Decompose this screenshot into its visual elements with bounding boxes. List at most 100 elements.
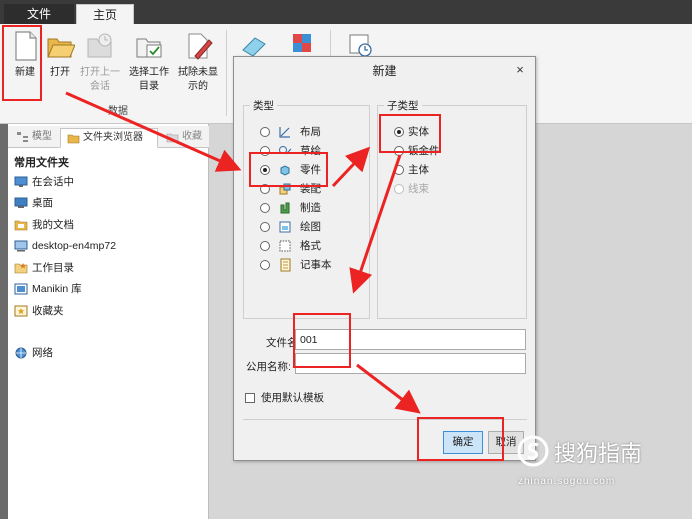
subtype-option-solid[interactable]: 实体 xyxy=(394,124,484,140)
sogou-logo-icon xyxy=(517,435,549,467)
folder-item[interactable]: 网络 xyxy=(14,344,53,362)
new-dialog: 新建 × 类型 布局 草绘 零件 装配 制造 绘图 格式 记事本 子类型 实体 … xyxy=(233,56,536,461)
radio-button[interactable] xyxy=(260,127,270,137)
radio-button[interactable] xyxy=(260,260,270,270)
type-option-sketch[interactable]: 草绘 xyxy=(260,143,360,159)
tab-favorites[interactable]: 收藏 xyxy=(160,128,209,148)
subtype-label: 主体 xyxy=(408,164,429,176)
radio-button[interactable] xyxy=(394,165,404,175)
radio-button[interactable] xyxy=(260,222,270,232)
subtype-label: 钣金件 xyxy=(408,145,440,157)
sogou-watermark: 搜狗指南 zhinan.sogou.com xyxy=(516,432,686,490)
close-icon[interactable]: × xyxy=(513,63,527,77)
ribbon-tab-bar: 文件 主页 xyxy=(0,0,692,24)
library-icon xyxy=(14,283,28,295)
tab-model-tree[interactable]: 模型 xyxy=(10,128,58,148)
type-label: 草绘 xyxy=(300,145,321,157)
folder-item-label: desktop-en4mp72 xyxy=(32,240,117,252)
tab-home[interactable]: 主页 xyxy=(76,4,134,24)
use-default-template-checkbox[interactable] xyxy=(245,393,255,403)
documents-icon xyxy=(14,220,28,231)
folder-item-label: 收藏夹 xyxy=(32,305,64,317)
folder-item[interactable]: 桌面 xyxy=(14,194,53,212)
common-name-label: 公用名称: xyxy=(246,361,291,373)
folder-item-label: 网络 xyxy=(32,347,53,359)
folder-item[interactable]: 在会话中 xyxy=(14,173,74,191)
erase-not-displayed-label: 拭除未显示的 xyxy=(178,67,218,92)
sketch-icon xyxy=(279,146,292,155)
tab-favorites-label: 收藏 xyxy=(182,131,202,142)
subtype-option-sheetmetal[interactable]: 钣金件 xyxy=(394,143,484,159)
folder-item[interactable]: 收藏夹 xyxy=(14,302,64,320)
type-label: 格式 xyxy=(300,240,321,252)
window-edge xyxy=(0,124,8,519)
dialog-title: 新建 xyxy=(372,64,397,78)
type-label: 布局 xyxy=(300,126,321,138)
open-button[interactable]: 打开 xyxy=(38,28,82,100)
folder-item-label: 工作目录 xyxy=(32,262,74,274)
tab-file[interactable]: 文件 xyxy=(4,4,74,24)
folder-item[interactable]: 工作目录 xyxy=(14,259,74,277)
open-last-session-button[interactable]: 打开上一会话 xyxy=(78,28,122,100)
ok-button[interactable]: 确定 xyxy=(443,431,483,454)
common-name-input[interactable] xyxy=(295,353,526,374)
radio-button[interactable] xyxy=(260,184,270,194)
subtype-option-harness: 线束 xyxy=(394,181,484,197)
erase-not-displayed-icon xyxy=(188,33,213,60)
layout-icon xyxy=(279,127,290,138)
favorites-folder-icon xyxy=(14,305,28,317)
type-option-manufacturing[interactable]: 制造 xyxy=(260,200,360,216)
format-icon xyxy=(279,240,291,252)
use-default-template-label: 使用默认模板 xyxy=(261,392,324,404)
watermark-text: 搜狗指南 xyxy=(554,441,643,466)
radio-button-selected[interactable] xyxy=(394,127,404,137)
select-working-directory-button[interactable]: 选择工作目录 xyxy=(127,28,171,100)
working-directory-icon xyxy=(14,263,28,274)
favorites-icon xyxy=(166,133,179,143)
radio-button[interactable] xyxy=(394,146,404,156)
open-last-session-label: 打开上一会话 xyxy=(80,67,120,92)
erase-not-displayed-button[interactable]: 拭除未显示的 xyxy=(176,28,220,100)
tab-model-tree-label: 模型 xyxy=(32,131,52,142)
subtype-label: 实体 xyxy=(408,126,429,138)
radio-button[interactable] xyxy=(260,146,270,156)
type-label: 零件 xyxy=(300,164,321,176)
common-folders-header: 常用文件夹 xyxy=(14,157,69,169)
part-icon xyxy=(280,165,290,176)
folder-item-label: Manikin 库 xyxy=(32,283,82,295)
subtype-option-body[interactable]: 主体 xyxy=(394,162,484,178)
tab-folder-browser-label: 文件夹浏览器 xyxy=(83,132,143,143)
folder-item[interactable]: Manikin 库 xyxy=(14,280,82,298)
type-label: 记事本 xyxy=(300,259,332,271)
subtype-label: 线束 xyxy=(408,183,429,195)
folder-item-label: 桌面 xyxy=(32,197,53,209)
dialog-divider xyxy=(243,419,527,420)
filename-input[interactable] xyxy=(295,329,526,350)
type-option-part[interactable]: 零件 xyxy=(260,162,360,178)
watermark-url: zhinan.sogou.com xyxy=(518,476,616,487)
select-working-directory-icon xyxy=(136,38,162,58)
type-label: 绘图 xyxy=(300,221,321,233)
manufacturing-icon xyxy=(280,202,290,214)
drawing-icon xyxy=(279,221,291,233)
radio-button-selected[interactable] xyxy=(260,165,270,175)
folder-item-label: 在会话中 xyxy=(32,176,74,188)
radio-button[interactable] xyxy=(260,203,270,213)
ribbon-separator xyxy=(226,30,227,116)
desktop-icon xyxy=(14,197,28,208)
type-option-format[interactable]: 格式 xyxy=(260,238,360,254)
tab-folder-browser[interactable]: 文件夹浏览器 xyxy=(60,128,158,148)
folder-item-label: 我的文档 xyxy=(32,219,74,231)
data-group-label: 数据 xyxy=(108,106,128,117)
left-panel-tabs: 模型 文件夹浏览器 收藏 xyxy=(8,126,209,148)
type-label: 装配 xyxy=(300,183,321,195)
type-option-drawing[interactable]: 绘图 xyxy=(260,219,360,235)
folder-item[interactable]: 我的文档 xyxy=(14,216,74,234)
type-option-layout[interactable]: 布局 xyxy=(260,124,360,140)
monitor-icon xyxy=(14,176,28,187)
radio-button[interactable] xyxy=(260,241,270,251)
folder-browser-icon xyxy=(67,134,80,144)
type-option-notebook[interactable]: 记事本 xyxy=(260,257,360,273)
folder-item[interactable]: desktop-en4mp72 xyxy=(14,237,116,255)
type-option-assembly[interactable]: 装配 xyxy=(260,181,360,197)
